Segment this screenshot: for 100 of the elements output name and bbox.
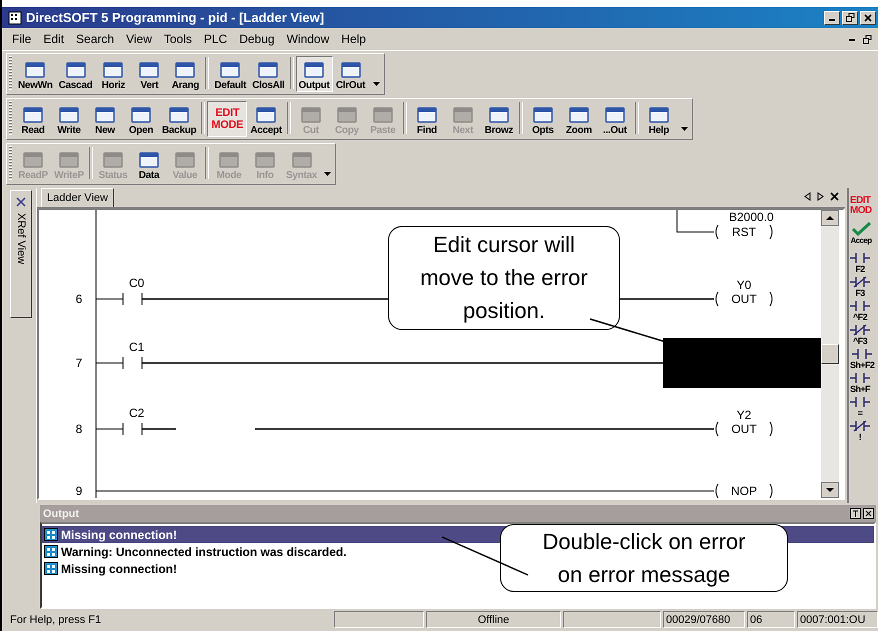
checkmark-icon <box>850 222 872 236</box>
contact <box>122 356 142 370</box>
window-icon <box>64 60 86 80</box>
coil-address: Y2 <box>736 408 752 422</box>
scroll-up-icon[interactable] <box>821 210 839 226</box>
scroll-right-icon[interactable] <box>817 192 824 201</box>
status-text: For Help, press F1 <box>9 612 102 628</box>
instruction-button[interactable]: F2 <box>849 252 870 274</box>
instruction-button[interactable]: ! <box>849 420 870 442</box>
close-icon[interactable] <box>863 508 874 519</box>
toolbar-button[interactable]: Zoom <box>560 101 597 137</box>
callout-tooltip: Edit cursor will move to the error position. <box>388 226 620 330</box>
instruction-button[interactable]: Sh+F2 <box>849 348 874 370</box>
instruction-button[interactable]: ^F3 <box>849 324 870 346</box>
ladder-view-tab[interactable]: Ladder View <box>41 188 114 207</box>
window-icon <box>532 105 554 125</box>
window-icon <box>254 150 276 170</box>
restore-icon[interactable] <box>863 34 872 44</box>
rung-wire <box>96 362 124 364</box>
toolbar-button[interactable]: Find <box>408 101 445 137</box>
contact <box>122 292 142 306</box>
window-icon <box>130 105 152 125</box>
coil-instruction: OUT <box>731 422 757 436</box>
menu-item[interactable]: PLC <box>198 32 234 46</box>
toolbar-button[interactable]: Read <box>15 101 51 137</box>
restore-icon <box>846 13 854 22</box>
instruction-button[interactable]: Sh+F <box>849 372 870 394</box>
palette-button[interactable]: Accep <box>849 222 872 250</box>
restore-button[interactable] <box>842 10 858 24</box>
menu-item[interactable]: Help <box>335 32 372 46</box>
edit-mode-button[interactable]: EDIT MODE <box>207 101 248 137</box>
window-icon <box>218 150 240 170</box>
minimize-button[interactable] <box>824 10 840 24</box>
close-icon[interactable] <box>830 192 839 201</box>
scrollbar[interactable] <box>821 210 839 498</box>
scroll-thumb[interactable] <box>821 344 839 364</box>
close-button[interactable] <box>860 10 876 24</box>
rung-number: 9 <box>76 484 82 498</box>
toolbar-button[interactable]: Data <box>131 146 167 182</box>
menu-item[interactable]: View <box>120 32 158 46</box>
coil <box>716 224 772 240</box>
toolbar-button[interactable]: Output <box>296 56 333 92</box>
coil <box>716 484 772 498</box>
pin-icon[interactable] <box>850 508 861 519</box>
toolbar-button[interactable]: Help <box>640 101 677 137</box>
window-icon <box>257 60 280 80</box>
window-icon <box>568 105 590 125</box>
contact-icon <box>850 252 870 264</box>
close-icon[interactable] <box>16 197 26 207</box>
toolbar-button[interactable]: Open <box>123 101 159 137</box>
rung-number: 8 <box>76 422 82 436</box>
status-address: 00029/07680 <box>663 611 745 628</box>
callout-tooltip: Double-click on error on error message <box>500 524 788 592</box>
toolbar-button[interactable]: Default <box>211 56 250 92</box>
scroll-down-icon[interactable] <box>821 482 839 498</box>
output-message[interactable]: Warning: Unconnected instruction was discarded. <box>42 543 347 560</box>
side-tab[interactable]: XRef View <box>10 190 32 318</box>
instruction-button[interactable]: F3 <box>849 276 870 298</box>
window-icon <box>452 105 474 125</box>
toolbar-button[interactable]: Opts <box>524 101 561 137</box>
minimize-icon[interactable] <box>849 38 855 40</box>
toolbar-button[interactable]: Accept <box>247 101 285 137</box>
grid-icon <box>44 545 58 558</box>
window-icon <box>94 105 116 125</box>
instruction-button[interactable]: ^F2 <box>849 300 870 322</box>
menu-item[interactable]: Window <box>280 32 336 46</box>
window-icon <box>255 105 278 125</box>
coil-instruction: OUT <box>731 292 757 306</box>
rung-wire <box>676 210 714 232</box>
menu-item[interactable]: Tools <box>158 32 198 46</box>
window-icon <box>303 60 326 80</box>
toolbar-button[interactable]: Write <box>51 101 87 137</box>
instruction-button[interactable]: = <box>849 396 870 418</box>
caret-icon[interactable] <box>372 82 380 86</box>
toolbar-button[interactable]: Cascad <box>56 56 96 92</box>
scroll-left-icon[interactable] <box>804 192 811 201</box>
contact-address: C2 <box>129 406 144 420</box>
caret-icon[interactable] <box>680 127 688 131</box>
caret-icon[interactable] <box>324 172 331 176</box>
toolbar-button[interactable]: Arang <box>167 56 204 92</box>
menu-item[interactable]: Debug <box>233 32 281 46</box>
toolbar-button[interactable]: NewWn <box>15 56 56 92</box>
grid-icon <box>44 562 58 575</box>
contact-address: C1 <box>129 340 144 354</box>
menu-item[interactable]: File <box>6 32 38 46</box>
toolbar-button[interactable]: ClrOut <box>332 56 369 92</box>
toolbar-button[interactable]: Vert <box>131 56 168 92</box>
toolbar-button[interactable]: ...Out <box>596 101 633 137</box>
window-icon <box>290 150 312 170</box>
contact-icon <box>850 300 870 312</box>
toolbar-button[interactable]: Backup <box>159 101 200 137</box>
menu-item[interactable]: Edit <box>37 32 70 46</box>
menu-item[interactable]: Search <box>70 32 120 46</box>
toolbar-button[interactable]: New <box>87 101 123 137</box>
toolbar-button[interactable]: Horiz <box>95 56 132 92</box>
output-message[interactable]: Missing connection! <box>42 560 178 577</box>
rung-wire <box>96 428 124 430</box>
toolbar-button[interactable]: ClosAll <box>249 56 288 92</box>
toolbar-button[interactable]: Browz <box>480 101 517 137</box>
window-icon <box>174 60 196 80</box>
